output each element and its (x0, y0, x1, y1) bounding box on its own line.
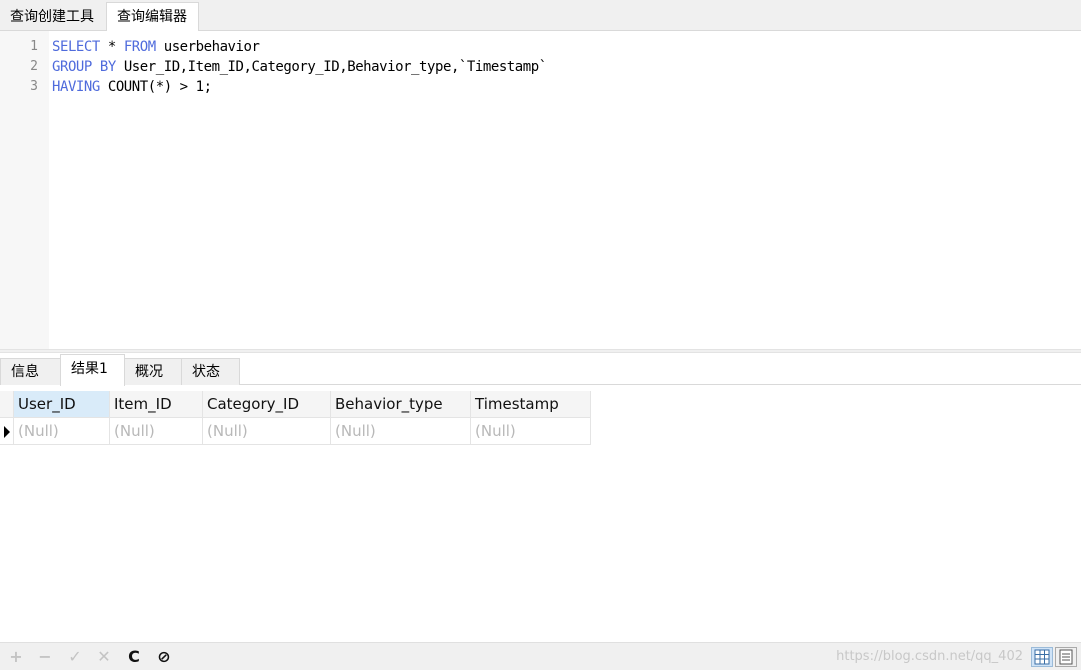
result-tab-strip: 信息 概况 状态 结果1 (0, 353, 1081, 386)
tab-profile[interactable]: 概况 (124, 358, 182, 385)
sql-text: User_ID,Item_ID,Category_ID,Behavior_typ… (115, 59, 547, 75)
tab-status[interactable]: 状态 (181, 358, 240, 385)
add-record-button[interactable]: + (6, 647, 26, 667)
current-row-indicator (0, 418, 14, 445)
row-pointer-icon (4, 426, 10, 438)
column-header[interactable]: Category_ID (203, 391, 331, 418)
line-number-gutter: 1 2 3 (0, 31, 49, 349)
stop-button[interactable]: ⊘ (154, 647, 174, 667)
form-view-icon (1059, 649, 1073, 665)
grid-cell[interactable]: (Null) (203, 418, 331, 445)
form-view-button[interactable] (1055, 647, 1077, 667)
discard-changes-button[interactable]: ✕ (94, 647, 114, 667)
sql-editor[interactable]: 1 2 3 SELECT * FROM userbehavior GROUP B… (0, 31, 1081, 349)
editor-tab-strip: 查询创建工具 查询编辑器 (0, 0, 1081, 32)
column-header[interactable]: Timestamp (471, 391, 591, 418)
line-number: 1 (30, 39, 38, 54)
grid-view-icon (1034, 649, 1050, 665)
column-header[interactable]: Behavior_type (331, 391, 471, 418)
column-header[interactable]: User_ID (14, 391, 110, 418)
sql-text: COUNT(*) > 1; (99, 79, 212, 95)
sql-text: userbehavior (155, 39, 260, 55)
grid-cell[interactable]: (Null) (471, 418, 591, 445)
sql-keyword: SELECT (52, 39, 100, 55)
grid-corner (0, 391, 14, 418)
grid-cell[interactable]: (Null) (14, 418, 110, 445)
sql-keyword: GROUP BY (52, 59, 116, 75)
grid-header-row: User_ID Item_ID Category_ID Behavior_typ… (0, 391, 591, 418)
tab-result-1[interactable]: 结果1 (60, 354, 125, 386)
watermark: https://blog.csdn.net/qq_402 (836, 649, 1023, 664)
grid-toolbar: + − ✓ ✕ C ⊘ https://blog.csdn.net/qq_402 (0, 642, 1081, 670)
grid-cell[interactable]: (Null) (110, 418, 203, 445)
refresh-button[interactable]: C (124, 647, 144, 667)
code-line: HAVING COUNT(*) > 1; (52, 77, 212, 97)
table-row[interactable]: (Null) (Null) (Null) (Null) (Null) (0, 418, 591, 445)
delete-record-button[interactable]: − (35, 647, 55, 667)
line-number: 2 (30, 59, 38, 74)
column-header[interactable]: Item_ID (110, 391, 203, 418)
tab-query-builder[interactable]: 查询创建工具 (0, 4, 106, 31)
sql-keyword: FROM (123, 39, 156, 55)
code-line: SELECT * FROM userbehavior (52, 37, 260, 57)
apply-changes-button[interactable]: ✓ (65, 647, 85, 667)
grid-cell[interactable]: (Null) (331, 418, 471, 445)
grid-view-button[interactable] (1031, 647, 1053, 667)
tab-query-editor[interactable]: 查询编辑器 (106, 2, 199, 32)
sql-keyword: HAVING (52, 79, 100, 95)
code-line: GROUP BY User_ID,Item_ID,Category_ID,Beh… (52, 57, 547, 77)
sql-text: * (99, 39, 124, 55)
line-number: 3 (30, 79, 38, 94)
tab-info[interactable]: 信息 (0, 358, 61, 385)
